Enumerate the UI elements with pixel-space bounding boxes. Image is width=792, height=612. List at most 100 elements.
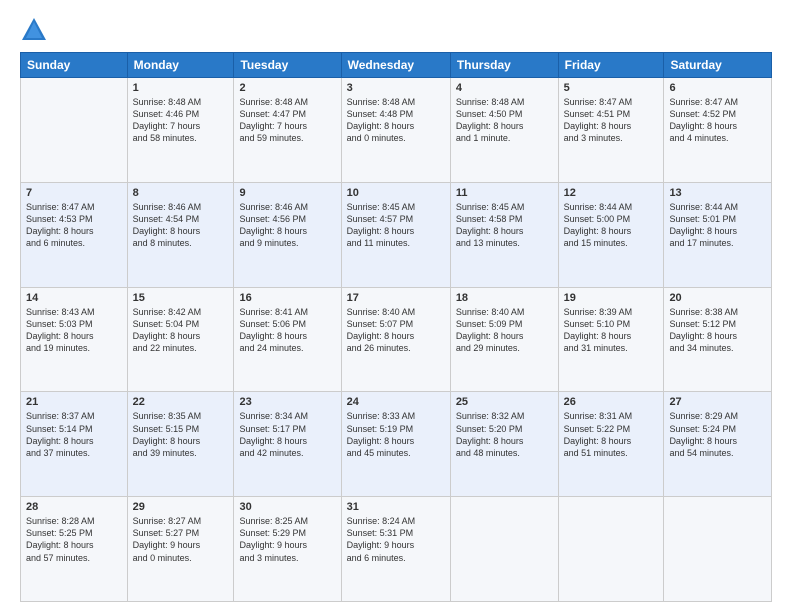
day-info: Sunrise: 8:44 AM Sunset: 5:00 PM Dayligh… (564, 201, 659, 250)
calendar-cell: 20 Sunrise: 8:38 AM Sunset: 5:12 PM Dayli… (664, 287, 772, 392)
week-row-2: 7Sunrise: 8:47 AM Sunset: 4:53 PM Daylig… (21, 182, 772, 287)
calendar-cell: 31Sunrise: 8:24 AM Sunset: 5:31 PM Dayli… (341, 497, 450, 602)
day-info: Sunrise: 8:46 AM Sunset: 4:54 PM Dayligh… (133, 201, 229, 250)
day-number: 11 (456, 187, 553, 199)
calendar-cell: 21 Sunrise: 8:37 AM Sunset: 5:14 PM Dayli… (21, 392, 128, 497)
calendar-cell: 27 Sunrise: 8:29 AM Sunset: 5:24 PM Dayli… (664, 392, 772, 497)
calendar-cell: 22 Sunrise: 8:35 AM Sunset: 5:15 PM Dayli… (127, 392, 234, 497)
calendar: SundayMondayTuesdayWednesdayThursdayFrid… (20, 52, 772, 602)
calendar-cell: 13 Sunrise: 8:44 AM Sunset: 5:01 PM Dayli… (664, 182, 772, 287)
day-number: 24 (347, 396, 445, 408)
day-number: 12 (564, 187, 659, 199)
day-number: 30 (239, 501, 335, 513)
calendar-cell (558, 497, 664, 602)
day-info: Sunrise: 8:32 AM Sunset: 5:20 PM Dayligh… (456, 410, 553, 459)
day-number: 23 (239, 396, 335, 408)
day-info: Sunrise: 8:24 AM Sunset: 5:31 PM Dayligh… (347, 515, 445, 564)
calendar-cell: 12 Sunrise: 8:44 AM Sunset: 5:00 PM Dayli… (558, 182, 664, 287)
day-number: 13 (669, 187, 766, 199)
day-info: Sunrise: 8:28 AM Sunset: 5:25 PM Dayligh… (26, 515, 122, 564)
day-info: Sunrise: 8:31 AM Sunset: 5:22 PM Dayligh… (564, 410, 659, 459)
page: SundayMondayTuesdayWednesdayThursdayFrid… (0, 0, 792, 612)
day-info: Sunrise: 8:48 AM Sunset: 4:47 PM Dayligh… (239, 96, 335, 145)
calendar-cell (450, 497, 558, 602)
calendar-cell: 1 Sunrise: 8:48 AM Sunset: 4:46 PM Daylig… (127, 78, 234, 183)
day-number: 14 (26, 292, 122, 304)
day-info: Sunrise: 8:43 AM Sunset: 5:03 PM Dayligh… (26, 306, 122, 355)
calendar-cell (664, 497, 772, 602)
day-info: Sunrise: 8:44 AM Sunset: 5:01 PM Dayligh… (669, 201, 766, 250)
day-number: 10 (347, 187, 445, 199)
day-info: Sunrise: 8:48 AM Sunset: 4:50 PM Dayligh… (456, 96, 553, 145)
day-number: 27 (669, 396, 766, 408)
calendar-cell (21, 78, 128, 183)
day-number: 25 (456, 396, 553, 408)
weekday-header-tuesday: Tuesday (234, 53, 341, 78)
day-info: Sunrise: 8:48 AM Sunset: 4:46 PM Dayligh… (133, 96, 229, 145)
calendar-cell: 23 Sunrise: 8:34 AM Sunset: 5:17 PM Dayli… (234, 392, 341, 497)
weekday-header-wednesday: Wednesday (341, 53, 450, 78)
day-info: Sunrise: 8:41 AM Sunset: 5:06 PM Dayligh… (239, 306, 335, 355)
day-info: Sunrise: 8:47 AM Sunset: 4:51 PM Dayligh… (564, 96, 659, 145)
day-number: 8 (133, 187, 229, 199)
day-info: Sunrise: 8:38 AM Sunset: 5:12 PM Dayligh… (669, 306, 766, 355)
day-number: 22 (133, 396, 229, 408)
day-number: 21 (26, 396, 122, 408)
calendar-cell: 8 Sunrise: 8:46 AM Sunset: 4:54 PM Daylig… (127, 182, 234, 287)
day-number: 20 (669, 292, 766, 304)
calendar-table: SundayMondayTuesdayWednesdayThursdayFrid… (20, 52, 772, 602)
day-number: 18 (456, 292, 553, 304)
weekday-header-row: SundayMondayTuesdayWednesdayThursdayFrid… (21, 53, 772, 78)
weekday-header-saturday: Saturday (664, 53, 772, 78)
week-row-3: 14 Sunrise: 8:43 AM Sunset: 5:03 PM Dayli… (21, 287, 772, 392)
calendar-cell: 2 Sunrise: 8:48 AM Sunset: 4:47 PM Daylig… (234, 78, 341, 183)
day-info: Sunrise: 8:40 AM Sunset: 5:07 PM Dayligh… (347, 306, 445, 355)
day-number: 28 (26, 501, 122, 513)
day-info: Sunrise: 8:42 AM Sunset: 5:04 PM Dayligh… (133, 306, 229, 355)
day-number: 1 (133, 82, 229, 94)
calendar-cell: 4 Sunrise: 8:48 AM Sunset: 4:50 PM Daylig… (450, 78, 558, 183)
header (20, 16, 772, 44)
day-info: Sunrise: 8:33 AM Sunset: 5:19 PM Dayligh… (347, 410, 445, 459)
day-number: 16 (239, 292, 335, 304)
calendar-cell: 16 Sunrise: 8:41 AM Sunset: 5:06 PM Dayli… (234, 287, 341, 392)
day-info: Sunrise: 8:27 AM Sunset: 5:27 PM Dayligh… (133, 515, 229, 564)
day-number: 19 (564, 292, 659, 304)
calendar-cell: 18 Sunrise: 8:40 AM Sunset: 5:09 PM Dayli… (450, 287, 558, 392)
day-number: 29 (133, 501, 229, 513)
day-info: Sunrise: 8:39 AM Sunset: 5:10 PM Dayligh… (564, 306, 659, 355)
calendar-cell: 26Sunrise: 8:31 AM Sunset: 5:22 PM Dayli… (558, 392, 664, 497)
day-number: 4 (456, 82, 553, 94)
day-info: Sunrise: 8:45 AM Sunset: 4:58 PM Dayligh… (456, 201, 553, 250)
weekday-header-thursday: Thursday (450, 53, 558, 78)
calendar-cell: 6 Sunrise: 8:47 AM Sunset: 4:52 PM Daylig… (664, 78, 772, 183)
day-info: Sunrise: 8:37 AM Sunset: 5:14 PM Dayligh… (26, 410, 122, 459)
day-info: Sunrise: 8:35 AM Sunset: 5:15 PM Dayligh… (133, 410, 229, 459)
calendar-cell: 15Sunrise: 8:42 AM Sunset: 5:04 PM Dayli… (127, 287, 234, 392)
day-number: 2 (239, 82, 335, 94)
calendar-cell: 11 Sunrise: 8:45 AM Sunset: 4:58 PM Dayli… (450, 182, 558, 287)
calendar-cell: 24 Sunrise: 8:33 AM Sunset: 5:19 PM Dayli… (341, 392, 450, 497)
logo-icon (20, 16, 48, 44)
day-number: 7 (26, 187, 122, 199)
day-number: 9 (239, 187, 335, 199)
day-number: 6 (669, 82, 766, 94)
calendar-cell: 19 Sunrise: 8:39 AM Sunset: 5:10 PM Dayli… (558, 287, 664, 392)
calendar-cell: 28 Sunrise: 8:28 AM Sunset: 5:25 PM Dayli… (21, 497, 128, 602)
day-number: 5 (564, 82, 659, 94)
day-info: Sunrise: 8:48 AM Sunset: 4:48 PM Dayligh… (347, 96, 445, 145)
day-info: Sunrise: 8:34 AM Sunset: 5:17 PM Dayligh… (239, 410, 335, 459)
calendar-cell: 3 Sunrise: 8:48 AM Sunset: 4:48 PM Daylig… (341, 78, 450, 183)
day-info: Sunrise: 8:46 AM Sunset: 4:56 PM Dayligh… (239, 201, 335, 250)
day-info: Sunrise: 8:47 AM Sunset: 4:52 PM Dayligh… (669, 96, 766, 145)
day-number: 3 (347, 82, 445, 94)
calendar-cell: 10Sunrise: 8:45 AM Sunset: 4:57 PM Dayli… (341, 182, 450, 287)
calendar-cell: 5 Sunrise: 8:47 AM Sunset: 4:51 PM Daylig… (558, 78, 664, 183)
calendar-cell: 25 Sunrise: 8:32 AM Sunset: 5:20 PM Dayli… (450, 392, 558, 497)
weekday-header-friday: Friday (558, 53, 664, 78)
logo (20, 16, 52, 44)
day-info: Sunrise: 8:29 AM Sunset: 5:24 PM Dayligh… (669, 410, 766, 459)
week-row-5: 28 Sunrise: 8:28 AM Sunset: 5:25 PM Dayli… (21, 497, 772, 602)
week-row-1: 1 Sunrise: 8:48 AM Sunset: 4:46 PM Daylig… (21, 78, 772, 183)
day-info: Sunrise: 8:40 AM Sunset: 5:09 PM Dayligh… (456, 306, 553, 355)
